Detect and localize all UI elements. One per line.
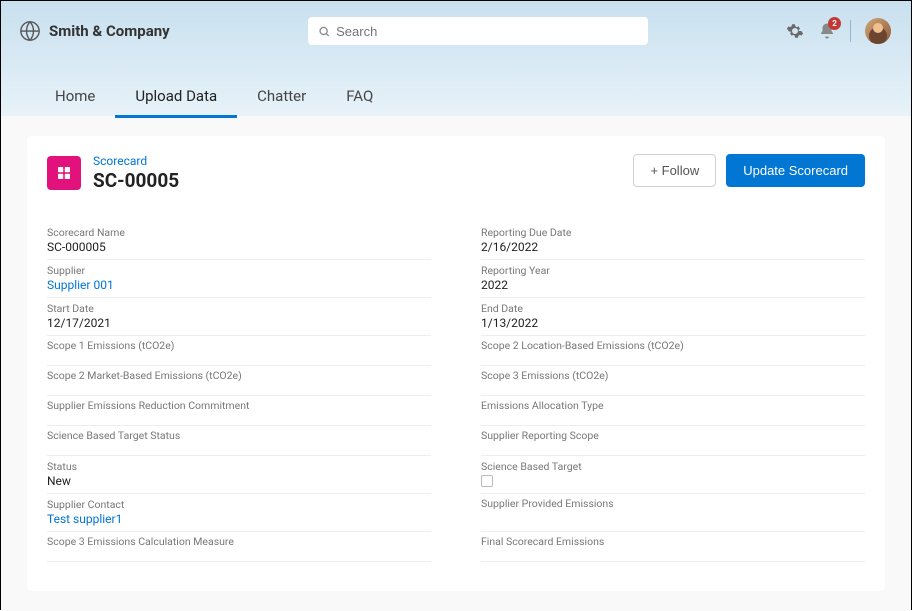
field-label: Start Date bbox=[47, 302, 431, 315]
field-label: Scope 2 Location-Based Emissions (tCO2e) bbox=[481, 339, 865, 352]
field-label: Emissions Allocation Type bbox=[481, 399, 865, 412]
field-label: Supplier bbox=[47, 264, 431, 277]
field-label: Science Based Target Status bbox=[47, 429, 431, 442]
tab-chatter[interactable]: Chatter bbox=[237, 79, 326, 118]
field-label: Scope 2 Market-Based Emissions (tCO2e) bbox=[47, 369, 431, 382]
field-label: Scope 3 Emissions (tCO2e) bbox=[481, 369, 865, 382]
globe-icon bbox=[19, 20, 41, 42]
field-label: Supplier Reporting Scope bbox=[481, 429, 865, 442]
object-label[interactable]: Scorecard bbox=[93, 154, 179, 168]
field-reporting-year: Reporting Year 2022 bbox=[481, 260, 865, 298]
field-label: Supplier Contact bbox=[47, 498, 431, 511]
field-value-link[interactable]: Supplier 001 bbox=[47, 278, 431, 292]
notifications-button[interactable]: 2 bbox=[818, 22, 836, 40]
field-label: Reporting Year bbox=[481, 264, 865, 277]
field-contact: Supplier Contact Test supplier1 bbox=[47, 494, 431, 532]
field-provided: Supplier Provided Emissions bbox=[481, 494, 865, 532]
detail-fields: Scorecard Name SC-000005 Reporting Due D… bbox=[47, 222, 865, 562]
divider bbox=[850, 20, 851, 42]
field-label: Science Based Target bbox=[481, 460, 865, 473]
field-scope3: Scope 3 Emissions (tCO2e) bbox=[481, 366, 865, 396]
update-scorecard-button[interactable]: Update Scorecard bbox=[726, 154, 865, 187]
field-label: Scorecard Name bbox=[47, 226, 431, 239]
nav-tabs: Home Upload Data Chatter FAQ bbox=[1, 79, 911, 118]
tab-upload-data[interactable]: Upload Data bbox=[115, 79, 237, 118]
field-sbt: Science Based Target bbox=[481, 456, 865, 494]
field-reporting-due-date: Reporting Due Date 2/16/2022 bbox=[481, 222, 865, 260]
field-end-date: End Date 1/13/2022 bbox=[481, 298, 865, 336]
field-label: Reporting Due Date bbox=[481, 226, 865, 239]
app-header: Smith & Company 2 Home bbox=[1, 1, 911, 116]
title-group: Scorecard SC-00005 bbox=[47, 154, 179, 192]
field-scorecard-name: Scorecard Name SC-000005 bbox=[47, 222, 431, 260]
field-commitment: Supplier Emissions Reduction Commitment bbox=[47, 396, 431, 426]
record-title: SC-00005 bbox=[93, 169, 179, 192]
notification-badge: 2 bbox=[828, 17, 841, 30]
search-icon bbox=[318, 25, 330, 38]
field-scope2-loc: Scope 2 Location-Based Emissions (tCO2e) bbox=[481, 336, 865, 366]
field-status: Status New bbox=[47, 456, 431, 494]
field-label: Scope 1 Emissions (tCO2e) bbox=[47, 339, 431, 352]
user-avatar[interactable] bbox=[865, 18, 891, 44]
scorecard-object-icon bbox=[47, 156, 81, 190]
field-label: Status bbox=[47, 460, 431, 473]
field-scope1: Scope 1 Emissions (tCO2e) bbox=[47, 336, 431, 366]
field-sbt-status: Science Based Target Status bbox=[47, 426, 431, 456]
card-header: Scorecard SC-00005 + Follow Update Score… bbox=[47, 154, 865, 192]
record-card: Scorecard SC-00005 + Follow Update Score… bbox=[27, 136, 885, 591]
field-label: Final Scorecard Emissions bbox=[481, 535, 865, 548]
field-reporting-scope: Supplier Reporting Scope bbox=[481, 426, 865, 456]
checkbox-unchecked[interactable] bbox=[481, 475, 493, 487]
tab-faq[interactable]: FAQ bbox=[326, 79, 393, 118]
search-container bbox=[170, 17, 786, 45]
field-scope3-calc: Scope 3 Emissions Calculation Measure bbox=[47, 532, 431, 562]
field-value: New bbox=[47, 474, 431, 488]
field-value: SC-000005 bbox=[47, 240, 431, 254]
search-box[interactable] bbox=[308, 17, 648, 45]
follow-button[interactable]: + Follow bbox=[633, 154, 716, 187]
field-label: Supplier Provided Emissions bbox=[481, 497, 865, 510]
field-label: Supplier Emissions Reduction Commitment bbox=[47, 399, 431, 412]
field-value: 1/13/2022 bbox=[481, 316, 865, 330]
field-start-date: Start Date 12/17/2021 bbox=[47, 298, 431, 336]
field-label: End Date bbox=[481, 302, 865, 315]
brand-name: Smith & Company bbox=[49, 22, 170, 40]
field-scope2-mkt: Scope 2 Market-Based Emissions (tCO2e) bbox=[47, 366, 431, 396]
field-value: 2022 bbox=[481, 278, 865, 292]
brand-area: Smith & Company bbox=[19, 20, 170, 42]
field-final: Final Scorecard Emissions bbox=[481, 532, 865, 562]
field-allocation: Emissions Allocation Type bbox=[481, 396, 865, 426]
field-value: 2/16/2022 bbox=[481, 240, 865, 254]
record-actions: + Follow Update Scorecard bbox=[633, 154, 865, 187]
topbar: Smith & Company 2 bbox=[1, 1, 911, 49]
setup-gear-icon[interactable] bbox=[786, 22, 804, 40]
search-input[interactable] bbox=[336, 24, 638, 39]
field-value-link[interactable]: Test supplier1 bbox=[47, 512, 431, 526]
field-label: Scope 3 Emissions Calculation Measure bbox=[47, 535, 431, 548]
content-area: Scorecard SC-00005 + Follow Update Score… bbox=[1, 116, 911, 611]
topbar-actions: 2 bbox=[786, 18, 891, 44]
tab-home[interactable]: Home bbox=[35, 79, 115, 118]
field-supplier: Supplier Supplier 001 bbox=[47, 260, 431, 298]
field-value: 12/17/2021 bbox=[47, 316, 431, 330]
